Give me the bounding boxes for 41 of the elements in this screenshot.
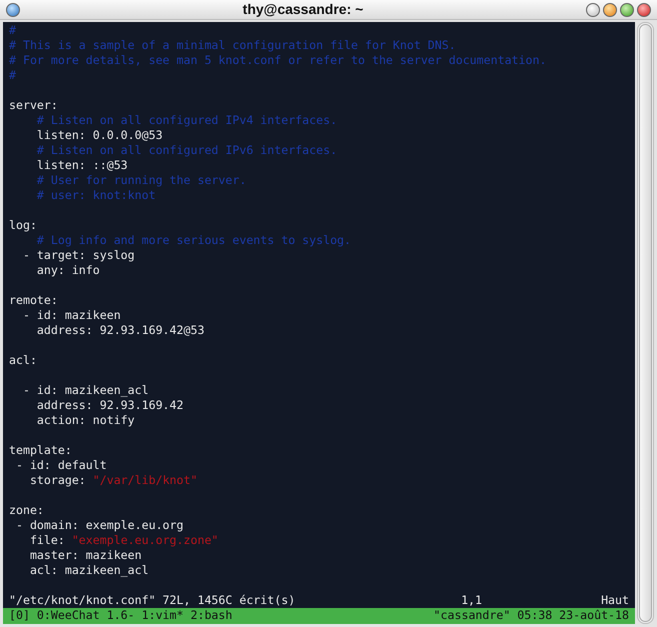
- shade-button-icon[interactable]: [586, 2, 600, 16]
- code-line: zone:: [9, 503, 44, 518]
- code-line: storage: "/var/lib/knot": [28, 473, 198, 488]
- code-line: # This is a sample of a minimal configuration file for Knot DNS.: [9, 38, 456, 53]
- code-line: listen: ::@53: [36, 158, 128, 173]
- code-line: # Listen on all configured IPv6 interfaces.: [36, 143, 338, 158]
- close-icon[interactable]: [637, 2, 651, 16]
- code-line: log:: [9, 218, 37, 233]
- window-title: thy@cassandre: ~: [242, 0, 364, 19]
- code-line: action: notify: [36, 413, 135, 428]
- code-line: file: "exemple.eu.org.zone": [28, 533, 218, 548]
- code-line: remote:: [9, 293, 58, 308]
- code-line: address: 92.93.169.42@53: [36, 323, 204, 338]
- code-line: #: [9, 23, 16, 38]
- tmux-windows: [0] 0:WeeChat 1.6- 1:vim* 2:bash: [9, 608, 232, 624]
- code-line: - id: default: [14, 458, 107, 473]
- code-line: # Log info and more serious events to syslog.: [36, 233, 352, 248]
- code-line: #: [9, 68, 16, 83]
- code-line: - target: syslog: [22, 248, 135, 263]
- tmux-info: "cassandre" 05:38 23-août-18: [434, 608, 629, 624]
- code-line: listen: 0.0.0.0@53: [36, 128, 163, 143]
- code-line: address: 92.93.169.42: [36, 398, 184, 413]
- maximize-icon[interactable]: [620, 2, 634, 16]
- cursor-position: 1,1: [461, 593, 484, 608]
- code-line: - id: mazikeen_acl: [22, 383, 149, 398]
- code-line: any: info: [36, 263, 100, 278]
- minimize-icon[interactable]: [603, 2, 617, 16]
- code-line: master: mazikeen: [28, 548, 142, 563]
- code-line: acl: mazikeen_acl: [28, 563, 149, 578]
- code-line: acl:: [9, 353, 37, 368]
- code-line: # For more details, see man 5 knot.conf or refer to the server documentation.: [9, 53, 546, 68]
- code-line: template:: [9, 443, 72, 458]
- window-menu-icon[interactable]: [6, 2, 20, 16]
- code-line: - domain: exemple.eu.org: [14, 518, 184, 533]
- scroll-position: Haut: [601, 593, 629, 608]
- vim-message: "/etc/knot/knot.conf" 72L, 1456C écrit(s): [9, 593, 296, 608]
- code-line: server:: [9, 98, 58, 113]
- code-line: # User for running the server.: [36, 173, 246, 188]
- code-line: - id: mazikeen: [22, 308, 121, 323]
- code-line: # Listen on all configured IPv4 interfaces.: [36, 113, 338, 128]
- code-line: # user: knot:knot: [36, 188, 156, 203]
